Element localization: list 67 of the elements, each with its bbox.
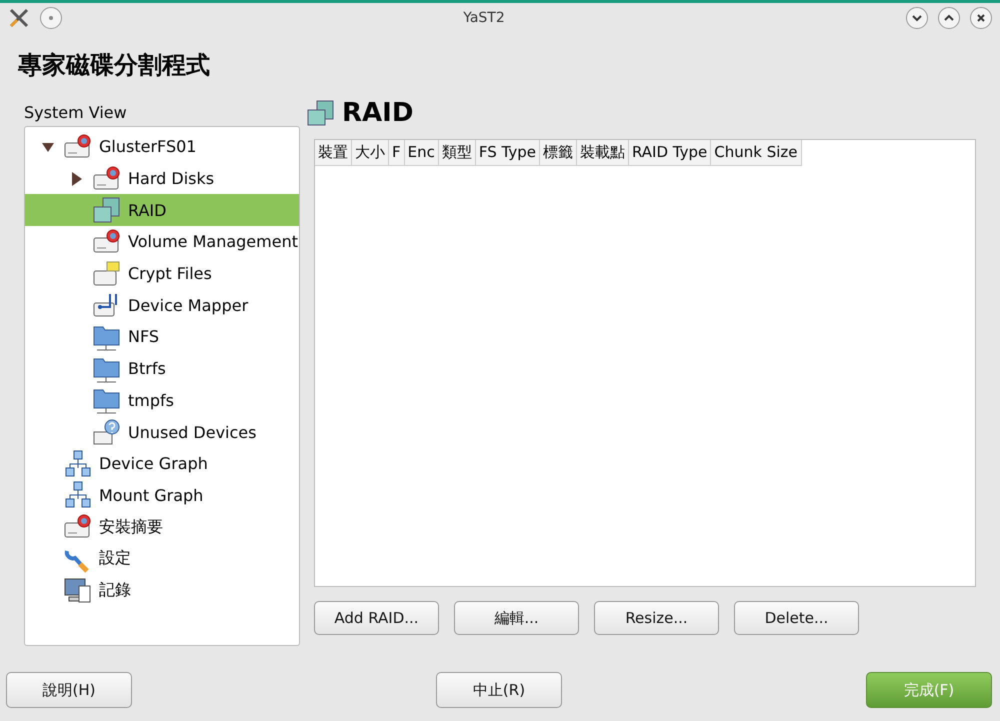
tree-item[interactable]: NFS: [25, 321, 299, 353]
maximize-button[interactable]: [938, 7, 960, 29]
tree-item[interactable]: GlusterFS01: [25, 131, 299, 163]
minimize-button[interactable]: [906, 7, 928, 29]
action-button[interactable]: Add RAID...: [314, 601, 439, 635]
tree-item-label: Unused Devices: [128, 422, 256, 442]
tree-item[interactable]: Hard Disks: [25, 162, 299, 194]
action-button[interactable]: 編輯...: [454, 601, 579, 635]
action-button[interactable]: Delete...: [734, 601, 859, 635]
tree-item[interactable]: 記錄: [25, 574, 299, 606]
column-header[interactable]: 裝置: [315, 140, 352, 166]
graph-icon: [63, 450, 93, 478]
panel-title: RAID: [342, 98, 414, 128]
action-button[interactable]: Resize...: [594, 601, 719, 635]
tree-item-label: Mount Graph: [99, 486, 204, 505]
column-header[interactable]: Enc: [404, 140, 439, 166]
tree-item[interactable]: Device Graph: [25, 448, 299, 480]
close-button[interactable]: [970, 7, 992, 29]
close-icon: [976, 13, 986, 23]
tree-item[interactable]: 安裝摘要: [25, 511, 299, 543]
tree-item-label: Device Mapper: [128, 296, 248, 315]
tree-item-label: Crypt Files: [128, 264, 212, 284]
raid-icon: [306, 99, 336, 127]
locked-disk-icon: [92, 260, 122, 288]
tree-item[interactable]: tmpfs: [25, 384, 299, 416]
chevron-down-icon: [912, 13, 922, 23]
tree-item[interactable]: Unused Devices: [25, 416, 299, 448]
tree-item-label: 記錄: [99, 580, 131, 601]
tree-item-label: Volume Management: [128, 232, 298, 252]
column-header[interactable]: 標籤: [540, 140, 577, 166]
tree-item[interactable]: RAID: [25, 194, 299, 226]
page-heading: 專家磁碟分割程式: [17, 50, 211, 81]
expand-arrow-icon[interactable]: [71, 172, 83, 186]
dot-icon: [48, 15, 54, 21]
tree-item-label: tmpfs: [128, 390, 174, 410]
tree-item[interactable]: Crypt Files: [25, 258, 299, 290]
column-header[interactable]: 類型: [438, 140, 476, 166]
tree-item[interactable]: 設定: [25, 542, 299, 575]
column-header[interactable]: Chunk Size: [711, 140, 802, 166]
tree-item-label: Hard Disks: [128, 169, 214, 188]
computer-document-icon: [63, 576, 93, 604]
footer-button[interactable]: 中止(R): [436, 672, 562, 708]
tree-item[interactable]: Device Mapper: [25, 289, 299, 322]
chevron-up-icon: [944, 13, 954, 23]
tree-item-label: 設定: [99, 548, 131, 570]
column-header[interactable]: F: [389, 140, 405, 166]
tree-item-label: GlusterFS01: [99, 137, 196, 156]
tree-item-label: Device Graph: [99, 454, 208, 474]
column-header[interactable]: RAID Type: [628, 140, 712, 166]
app-logo-icon: [8, 7, 30, 29]
tree-item-label: NFS: [128, 327, 160, 346]
column-header[interactable]: 裝載點: [576, 140, 629, 166]
tree-item[interactable]: Btrfs: [25, 352, 299, 384]
window-title: YaST2: [462, 10, 506, 26]
column-header[interactable]: 大小: [352, 140, 389, 166]
footer-button[interactable]: 說明(H): [6, 672, 132, 708]
menu-button[interactable]: [40, 7, 62, 29]
tree-item-label: RAID: [128, 200, 166, 220]
tree-label: System View: [24, 102, 128, 124]
graph-icon: [63, 481, 93, 510]
tree-item[interactable]: Mount Graph: [25, 480, 299, 512]
tree-item[interactable]: Volume Management: [25, 226, 299, 258]
question-disk-icon: [92, 418, 122, 446]
tree-item-label: Btrfs: [128, 359, 166, 378]
raid-icon: [92, 196, 122, 224]
column-header[interactable]: FS Type: [476, 140, 540, 166]
tree-item-label: 安裝摘要: [99, 516, 163, 538]
